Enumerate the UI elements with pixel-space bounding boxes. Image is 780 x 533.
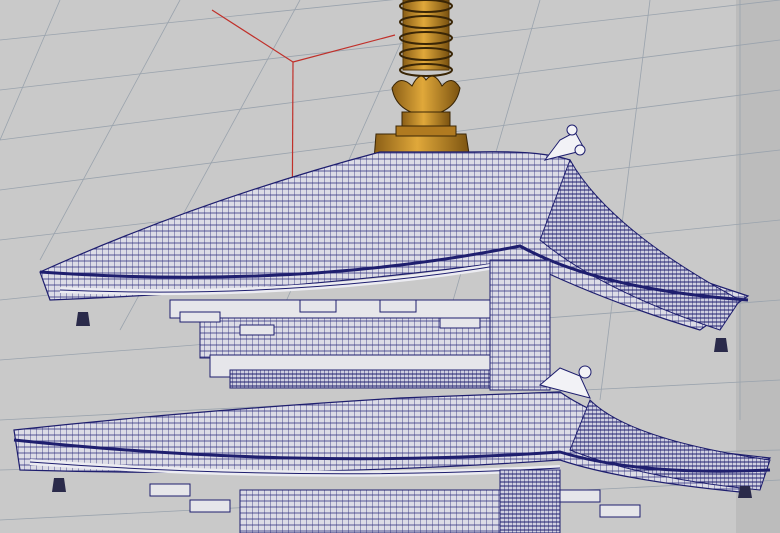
upper-roof [39,124,750,331]
wind-bell-right-lower [738,486,752,498]
scene-canvas[interactable] [0,0,780,533]
wind-bell-left-upper [76,312,90,326]
wind-bell-right-upper [714,338,728,352]
3d-viewport[interactable] [0,0,780,533]
wind-bell-left-lower [52,478,66,492]
finial-spire [373,0,471,161]
lower-bracket-tier [149,469,641,533]
